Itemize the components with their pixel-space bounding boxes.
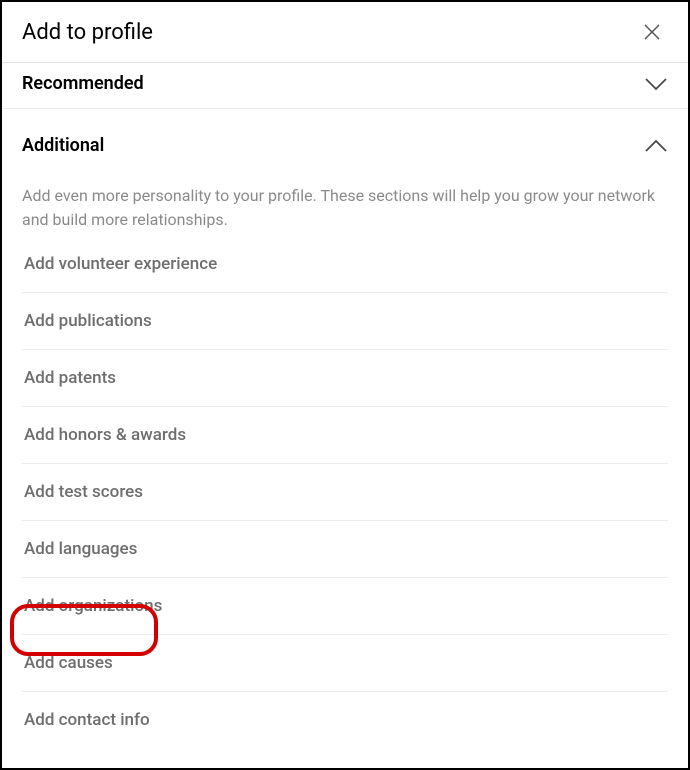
add-contact-info-item[interactable]: Add contact info: [22, 692, 668, 748]
section-additional-description: Add even more personality to your profil…: [22, 170, 668, 254]
section-recommended-header[interactable]: Recommended: [2, 63, 688, 109]
add-patents-item[interactable]: Add patents: [22, 350, 668, 407]
section-additional-body: Add even more personality to your profil…: [2, 170, 688, 748]
chevron-up-icon: [644, 139, 668, 153]
close-button[interactable]: [636, 16, 668, 48]
section-additional-title: Additional: [22, 135, 104, 156]
modal-title: Add to profile: [22, 20, 153, 45]
add-test-scores-item[interactable]: Add test scores: [22, 464, 668, 521]
section-recommended-title: Recommended: [22, 73, 144, 94]
close-icon: [640, 20, 664, 44]
add-honors-awards-item[interactable]: Add honors & awards: [22, 407, 668, 464]
add-publications-item[interactable]: Add publications: [22, 293, 668, 350]
section-additional-header[interactable]: Additional: [2, 109, 688, 170]
add-organizations-item[interactable]: Add organizations: [22, 578, 668, 635]
scroll-area[interactable]: Recommended Additional Add even more per…: [2, 63, 688, 767]
add-causes-item[interactable]: Add causes: [22, 635, 668, 692]
add-volunteer-experience-item[interactable]: Add volunteer experience: [22, 254, 668, 293]
chevron-down-icon: [644, 77, 668, 91]
modal-header: Add to profile: [2, 2, 688, 63]
add-languages-item[interactable]: Add languages: [22, 521, 668, 578]
